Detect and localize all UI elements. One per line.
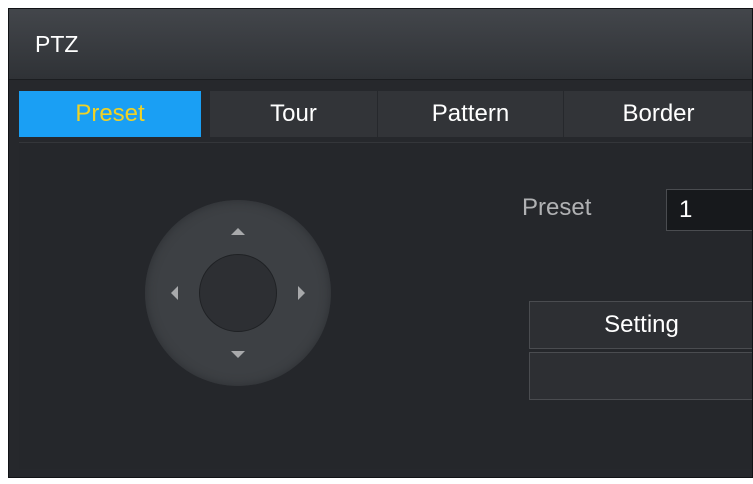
arrow-down-icon[interactable] [231, 351, 245, 358]
tab-border[interactable]: Border [564, 91, 752, 137]
title-bar: PTZ [9, 9, 752, 80]
tab-pattern[interactable]: Pattern [378, 91, 564, 137]
ptz-center-button[interactable] [199, 254, 277, 332]
preset-label: Preset [522, 194, 592, 221]
setting-button[interactable]: Setting [529, 301, 752, 349]
preset-number-input[interactable] [666, 189, 752, 231]
preset-panel: Preset Setting [19, 142, 752, 469]
arrow-up-icon[interactable] [231, 228, 245, 235]
ptz-window: PTZ Preset Tour Pattern Border Preset Se… [8, 8, 753, 478]
tab-separator [202, 91, 210, 137]
window-title: PTZ [35, 31, 79, 57]
arrow-left-icon[interactable] [171, 286, 178, 300]
tab-preset[interactable]: Preset [19, 91, 202, 137]
arrow-right-icon[interactable] [298, 286, 305, 300]
tab-bar: Preset Tour Pattern Border [19, 91, 752, 137]
ptz-direction-pad [145, 200, 331, 386]
tab-tour[interactable]: Tour [210, 91, 378, 137]
secondary-button[interactable] [529, 352, 752, 400]
